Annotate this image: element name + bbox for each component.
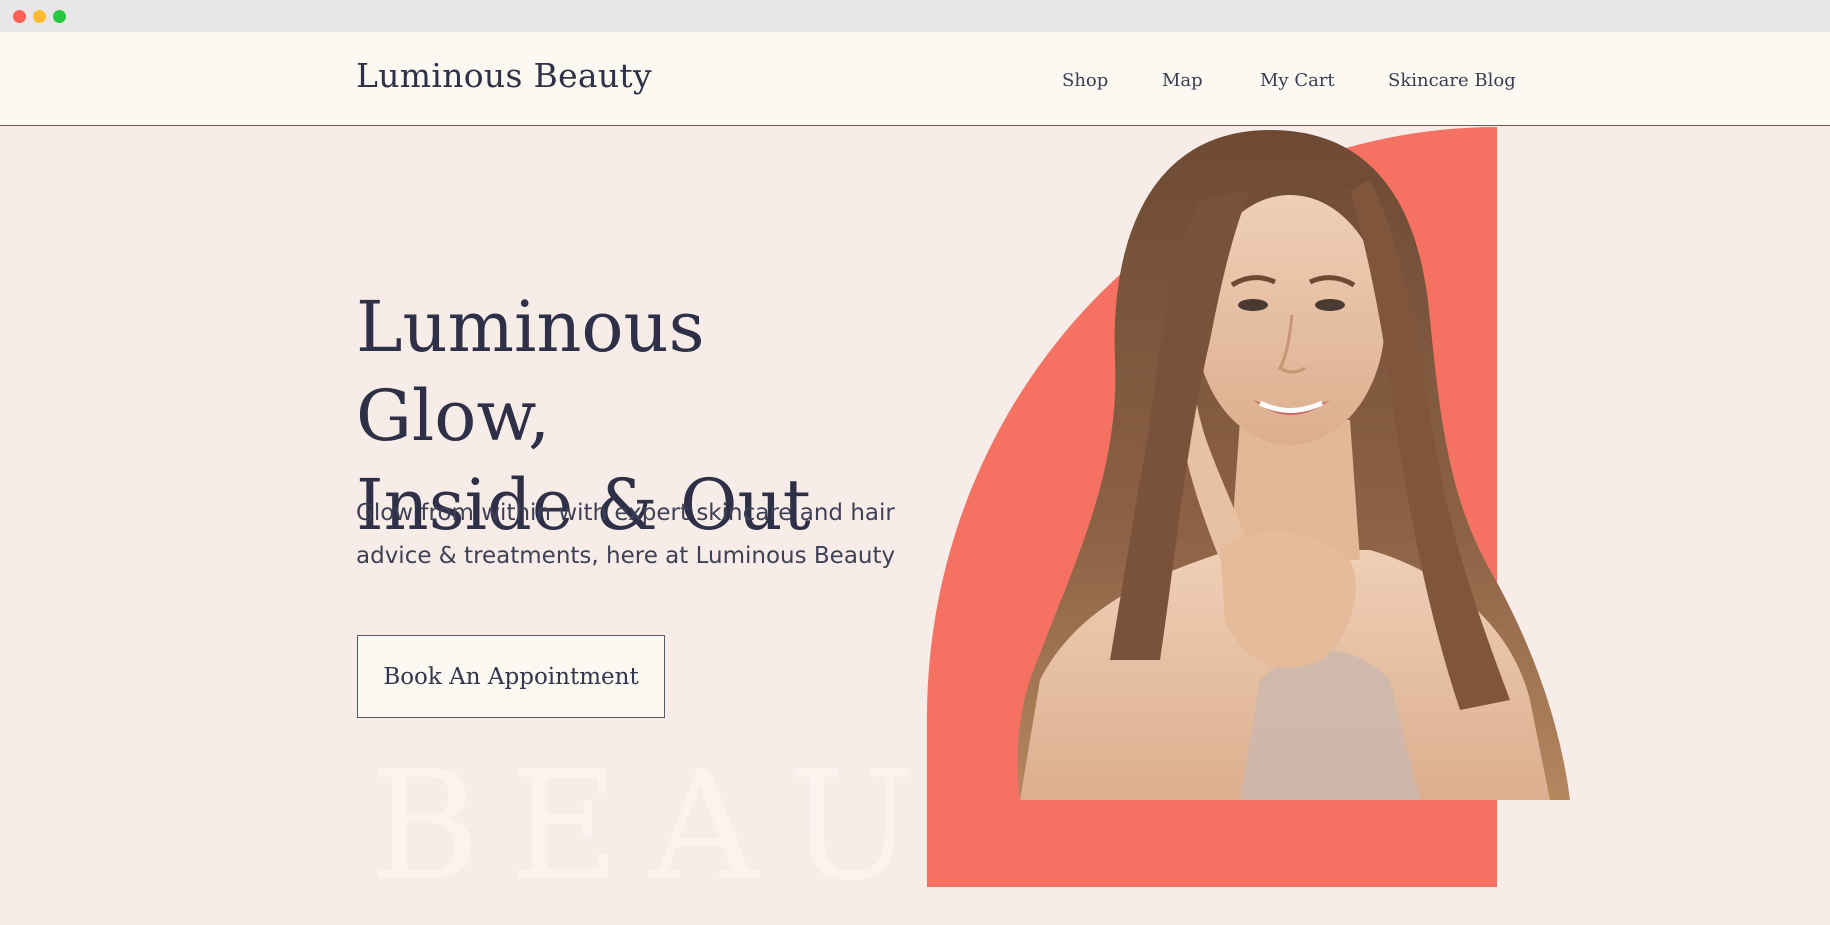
nav-link-map[interactable]: Map [1162, 70, 1203, 91]
close-window-icon[interactable] [13, 10, 26, 23]
site-header: Luminous Beauty Shop Map My Cart Skincar… [0, 32, 1830, 126]
maximize-window-icon[interactable] [53, 10, 66, 23]
nav-link-skincare-blog[interactable]: Skincare Blog [1388, 70, 1516, 91]
minimize-window-icon[interactable] [33, 10, 46, 23]
hero-description: Glow from within with expert skincare an… [356, 492, 916, 578]
hero-description-line2: advice & treatments, here at Luminous Be… [356, 543, 896, 569]
nav-link-shop[interactable]: Shop [1062, 70, 1108, 91]
browser-titlebar [0, 0, 1830, 32]
book-appointment-button[interactable]: Book An Appointment [357, 635, 665, 718]
hero-headline-line1: Luminous Glow, [356, 286, 705, 457]
hero-description-line1: Glow from within with expert skincare an… [356, 500, 895, 526]
model-portrait-image [1017, 130, 1570, 800]
brand-logo[interactable]: Luminous Beauty [356, 56, 652, 95]
nav-link-my-cart[interactable]: My Cart [1260, 70, 1335, 91]
